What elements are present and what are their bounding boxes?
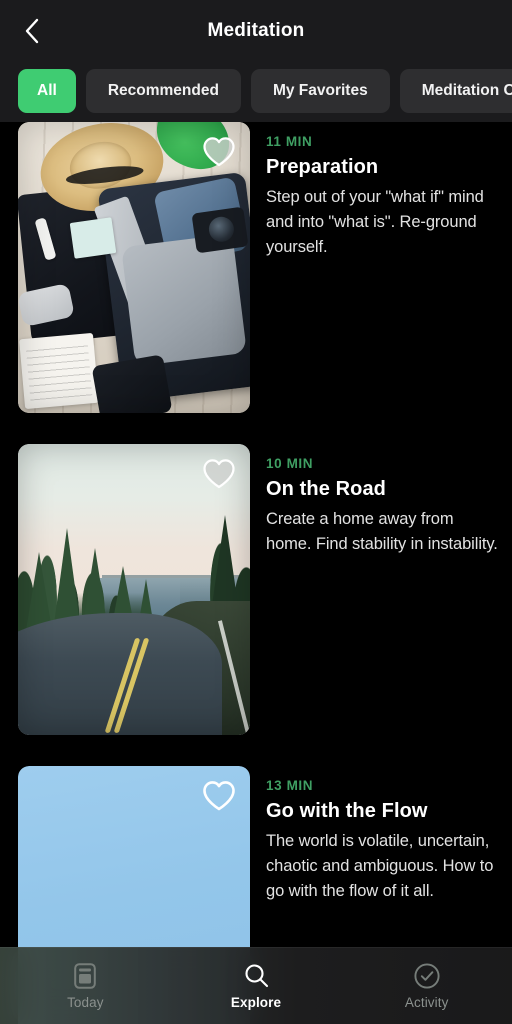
meditation-details: 10 MIN On the Road Create a home away fr… <box>250 444 512 735</box>
meditation-list[interactable]: 11 MIN Preparation Step out of your "wha… <box>0 122 512 1024</box>
meditation-description: Step out of your "what if" mind and into… <box>266 185 498 261</box>
filter-chip-my-favorites[interactable]: My Favorites <box>251 69 390 113</box>
nav-label-today: Today <box>67 995 104 1010</box>
check-circle-icon <box>414 963 440 989</box>
filter-chip-row[interactable]: All Recommended My Favorites Meditation … <box>0 67 512 114</box>
nav-label-activity: Activity <box>405 995 449 1010</box>
meditation-list-item[interactable]: 11 MIN Preparation Step out of your "wha… <box>0 122 512 413</box>
duration-label: 13 MIN <box>266 778 498 793</box>
nav-item-explore[interactable]: Explore <box>171 963 342 1010</box>
nav-item-today[interactable]: Today <box>0 963 171 1010</box>
meditation-thumbnail[interactable] <box>18 444 250 735</box>
filter-chip-recommended[interactable]: Recommended <box>86 69 241 113</box>
duration-label: 10 MIN <box>266 456 498 471</box>
meditation-title: On the Road <box>266 478 498 501</box>
top-navigation-bar: Meditation <box>0 0 512 62</box>
meditation-details: 11 MIN Preparation Step out of your "wha… <box>250 122 512 413</box>
header: Meditation All Recommended My Favorites … <box>0 0 512 122</box>
bottom-navigation-bar: Today Explore Activity <box>0 947 512 1024</box>
nav-label-explore: Explore <box>231 995 281 1010</box>
meditation-thumbnail[interactable] <box>18 122 250 413</box>
today-card-icon <box>74 963 96 989</box>
favorite-heart-icon[interactable] <box>202 458 236 489</box>
favorite-heart-icon[interactable] <box>202 136 236 167</box>
chevron-left-icon <box>24 18 39 44</box>
back-button[interactable] <box>8 8 54 54</box>
search-icon <box>244 963 269 989</box>
meditation-description: The world is volatile, uncertain, chaoti… <box>266 829 498 905</box>
favorite-heart-icon[interactable] <box>202 780 236 811</box>
page-title: Meditation <box>0 20 512 42</box>
meditation-title: Go with the Flow <box>266 800 498 823</box>
filter-chip-all[interactable]: All <box>18 69 76 113</box>
meditation-description: Create a home away from home. Find stabi… <box>266 507 498 557</box>
filter-chip-meditation-collections[interactable]: Meditation Colle <box>400 69 512 113</box>
app-screen: Meditation All Recommended My Favorites … <box>0 0 512 1024</box>
nav-item-activity[interactable]: Activity <box>341 963 512 1010</box>
meditation-list-item[interactable]: 10 MIN On the Road Create a home away fr… <box>0 444 512 735</box>
duration-label: 11 MIN <box>266 134 498 149</box>
meditation-title: Preparation <box>266 156 498 179</box>
